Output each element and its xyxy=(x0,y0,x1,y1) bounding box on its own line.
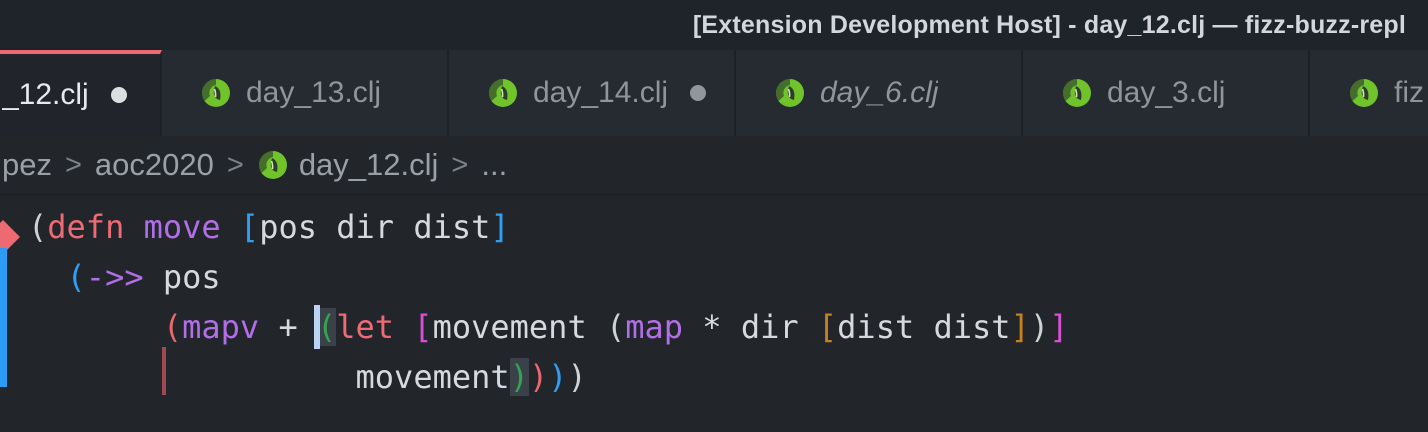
code-token: defn xyxy=(47,208,124,246)
code-token: [ xyxy=(240,208,259,246)
tab-label: day_14.clj xyxy=(533,76,668,110)
code-token: ( xyxy=(606,308,625,346)
code-token: pos dir dist xyxy=(259,208,490,246)
tab-day_14-clj[interactable]: day_14.clj xyxy=(449,50,736,136)
clojure-file-icon xyxy=(257,149,289,181)
tab-label: day_3.clj xyxy=(1107,76,1225,110)
code-token: + xyxy=(259,308,317,346)
code-token: ( xyxy=(163,308,182,346)
breadcrumb-item[interactable]: day_12.clj xyxy=(257,147,439,183)
modified-dot-icon xyxy=(690,85,706,101)
code-token xyxy=(28,308,163,346)
code-token: map xyxy=(625,308,683,346)
window-title: [Extension Development Host] - day_12.cl… xyxy=(693,11,1406,40)
code-editor[interactable]: (defn move [pos dir dist] (->> pos (mapv… xyxy=(0,195,1428,432)
code-token: * dir xyxy=(683,308,818,346)
breadcrumb-item[interactable]: pez xyxy=(2,147,52,183)
code-token: ) xyxy=(548,358,567,396)
active-indent-guide xyxy=(162,347,166,395)
code-area[interactable]: (defn move [pos dir dist] (->> pos (mapv… xyxy=(28,202,1428,402)
tab-day_6-clj[interactable]: day_6.clj xyxy=(736,50,1023,136)
clojure-file-icon xyxy=(1348,77,1380,109)
code-token: movement xyxy=(433,308,606,346)
code-token: [ xyxy=(413,308,432,346)
code-token: movement xyxy=(356,358,510,396)
window-titlebar: [Extension Development Host] - day_12.cl… xyxy=(0,0,1428,50)
code-token: ) xyxy=(1030,308,1049,346)
code-token: let xyxy=(336,308,394,346)
code-token: mapv xyxy=(182,308,259,346)
code-token: ( xyxy=(67,258,86,296)
breadcrumb-item[interactable]: ... xyxy=(481,147,507,183)
tab-day_3-clj[interactable]: day_3.clj xyxy=(1023,50,1310,136)
code-token: [ xyxy=(818,308,837,346)
code-token: ] xyxy=(1049,308,1068,346)
breadcrumb-label: ... xyxy=(481,147,507,183)
code-token: move xyxy=(144,208,221,246)
code-token xyxy=(28,358,356,396)
code-token: dist dist xyxy=(837,308,1010,346)
tab-bar: _12.clj day_13.clj day_14.clj day_6.clj … xyxy=(0,50,1428,136)
code-token xyxy=(28,258,67,296)
clojure-file-icon xyxy=(200,77,232,109)
clojure-file-icon xyxy=(1061,77,1093,109)
breadcrumb-separator: > xyxy=(227,149,244,182)
code-line: (->> pos xyxy=(28,252,1428,302)
breadcrumb-item[interactable]: aoc2020 xyxy=(95,147,214,183)
tab-label: _12.clj xyxy=(2,78,89,112)
code-token: ) xyxy=(529,358,548,396)
breadcrumb-separator: > xyxy=(451,149,468,182)
code-token: pos xyxy=(144,258,221,296)
code-token: ->> xyxy=(86,258,144,296)
breadcrumb-label: day_12.clj xyxy=(299,147,439,183)
clojure-file-icon xyxy=(487,77,519,109)
code-token xyxy=(124,208,143,246)
tab-label: fiz xyxy=(1394,76,1424,110)
code-token: ] xyxy=(1011,308,1030,346)
tab-day_13-clj[interactable]: day_13.clj xyxy=(162,50,449,136)
code-line: movement)))) xyxy=(28,352,1428,402)
text-cursor xyxy=(314,305,320,349)
tab-label: day_13.clj xyxy=(246,76,381,110)
code-line: (mapv + (let [movement (map * dir [dist … xyxy=(28,302,1428,352)
code-token: ( xyxy=(28,208,47,246)
clojure-file-icon xyxy=(774,77,806,109)
breadcrumb-label: pez xyxy=(2,147,52,183)
code-line: (defn move [pos dir dist] xyxy=(28,202,1428,252)
code-token xyxy=(221,208,240,246)
code-token: ) xyxy=(510,358,529,396)
vscode-window: [Extension Development Host] - day_12.cl… xyxy=(0,0,1428,432)
code-token: ) xyxy=(567,358,586,396)
modified-dot-icon xyxy=(111,87,127,103)
blue-gutter-bar xyxy=(0,248,7,387)
code-token xyxy=(394,308,413,346)
tab-_12-clj[interactable]: _12.clj xyxy=(0,50,162,136)
breadcrumb-label: aoc2020 xyxy=(95,147,214,183)
tab-fiz[interactable]: fiz xyxy=(1310,50,1428,136)
breadcrumb-separator: > xyxy=(65,149,82,182)
tab-label: day_6.clj xyxy=(820,76,938,110)
code-token: ] xyxy=(490,208,509,246)
breadcrumb: pez > aoc2020 > day_12.clj >... xyxy=(0,136,1428,195)
